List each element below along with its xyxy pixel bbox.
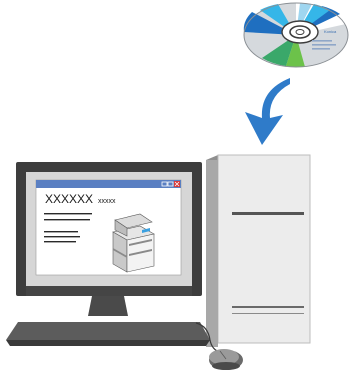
drive-bay-slot [232,212,304,215]
printer-icon [112,213,155,273]
vent-line [232,306,304,308]
install-disc: Konica [243,2,349,68]
disc-brand-text: Konica [324,29,337,34]
window-title-bar [36,180,181,188]
monitor-neck [88,296,128,316]
window-subheading: xxxxx [98,198,116,205]
illustration-scene: Konica XXXXXX xxxxx [6,2,349,370]
monitor-base [6,322,210,340]
screen-app-window: XXXXXX xxxxx [35,179,182,276]
vent-line [232,313,304,314]
computer-tower [206,154,311,347]
download-arrow-icon [245,78,290,145]
window-heading: XXXXXX [45,192,93,206]
close-icon [174,181,180,187]
